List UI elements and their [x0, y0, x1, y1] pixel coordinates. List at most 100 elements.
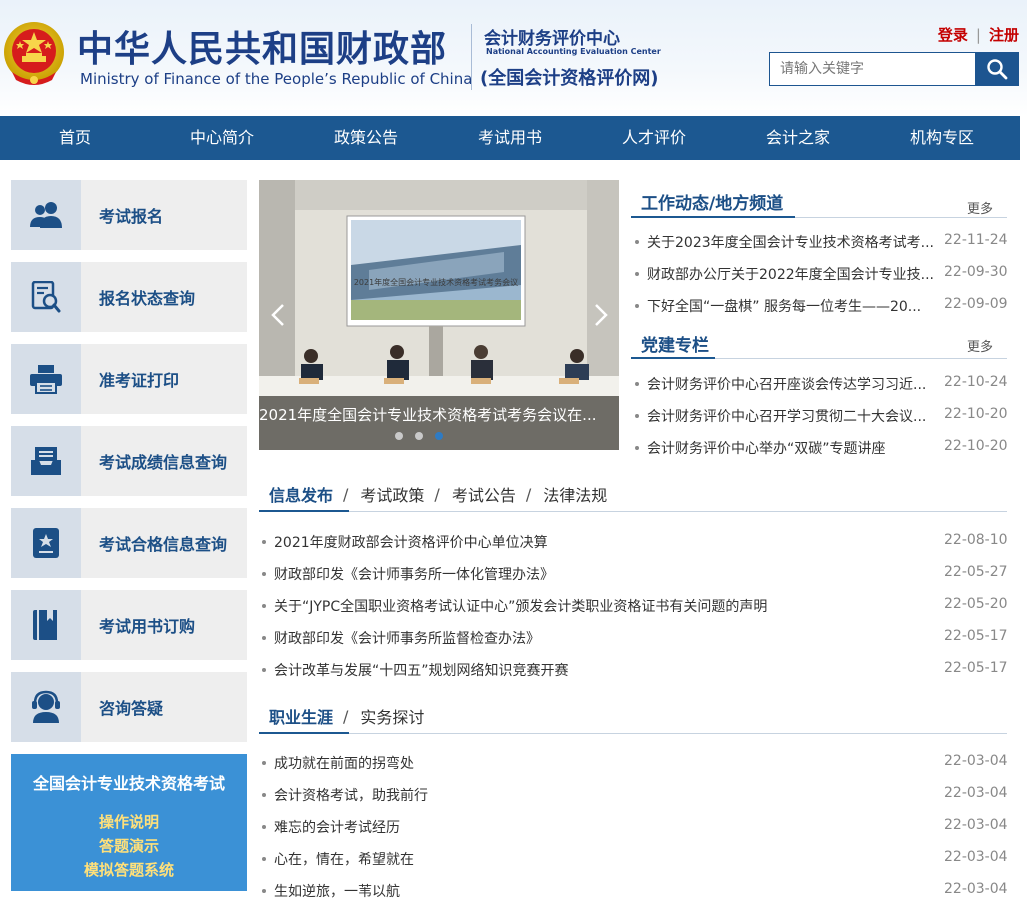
tab-laws[interactable]: 法律法规: [543, 482, 607, 506]
sidebar-item-consulting[interactable]: 咨询答疑: [11, 672, 247, 742]
sidebar-item-label: 考试报名: [99, 207, 164, 226]
headset-icon: [32, 690, 60, 723]
list-date: 22-08-10: [944, 532, 1008, 548]
sidebar-icon-box: [11, 180, 81, 250]
sidebar-icon-box: [11, 672, 81, 742]
tab-career[interactable]: 职业生涯: [269, 704, 333, 728]
center-name-cn[interactable]: 会计财务评价中心: [484, 24, 620, 49]
tab-separator: /: [343, 706, 349, 726]
carousel-prev-button[interactable]: [268, 300, 288, 330]
list-date: 22-05-17: [944, 628, 1008, 644]
sidebar-item-registration[interactable]: 考试报名: [11, 180, 247, 250]
list-item[interactable]: 会计财务评价中心召开学习贯彻二十大会议...: [635, 406, 937, 426]
list-item[interactable]: 关于2023年度全国会计专业技术资格考试考...: [635, 232, 937, 252]
work-news-title[interactable]: 工作动态/地方频道: [641, 189, 783, 214]
bullet: [635, 382, 639, 386]
sidebar-item-label: 考试成绩信息查询: [99, 453, 228, 472]
list-date: 22-05-27: [944, 564, 1008, 580]
list-item[interactable]: 财政部印发《会计师事务所监督检查办法》: [262, 628, 914, 648]
bullet: [262, 889, 266, 893]
register-link[interactable]: 注册: [989, 26, 1019, 44]
nav-item-talent[interactable]: 人才评价: [582, 116, 726, 160]
list-item[interactable]: 会计财务评价中心举办“双碳”专题讲座: [635, 438, 937, 458]
operation-guide-link[interactable]: 操作说明: [11, 810, 247, 834]
nav-item-exam-books[interactable]: 考试用书: [438, 116, 582, 160]
login-link[interactable]: 登录: [938, 26, 968, 44]
list-item[interactable]: 生如逆旅，一苇以航: [262, 881, 914, 900]
search-input[interactable]: [770, 53, 976, 85]
list-item[interactable]: 会计资格考试，助我前行: [262, 785, 914, 805]
exam-banner: 全国会计专业技术资格考试 操作说明 答题演示 模拟答题系统: [11, 754, 247, 891]
sidebar-icon-box: [11, 508, 81, 578]
national-emblem-icon[interactable]: [2, 18, 66, 90]
list-item[interactable]: 会计财务评价中心召开座谈会传达学习习近...: [635, 374, 937, 394]
site-title-cn[interactable]: 中华人民共和国财政部: [77, 20, 447, 72]
bullet: [262, 668, 266, 672]
tab-exam-notice[interactable]: 考试公告: [452, 482, 516, 506]
search-button[interactable]: [975, 53, 1018, 85]
party-title[interactable]: 党建专栏: [641, 331, 709, 356]
list-item[interactable]: 关于“JYPC全国职业资格考试认证中心”颁发会计类职业资格证书有关问题的声明: [262, 596, 914, 616]
list-date: 22-03-04: [944, 881, 1008, 897]
news-carousel[interactable]: 2021年度全国会计专业技术资格考试考务会议 2021年度全国会计专业技术资格考…: [259, 180, 619, 450]
sidebar-item-status-query[interactable]: 报名状态查询: [11, 262, 247, 332]
tab-info-release[interactable]: 信息发布: [269, 482, 333, 506]
list-date: 22-03-04: [944, 849, 1008, 865]
site-title-en[interactable]: Ministry of Finance of the People’s Repu…: [80, 70, 472, 88]
tab-exam-policy[interactable]: 考试政策: [360, 482, 424, 506]
bullet: [635, 304, 639, 308]
career-underline: [259, 732, 349, 734]
nav-item-accountant-home[interactable]: 会计之家: [726, 116, 870, 160]
nav-item-about[interactable]: 中心简介: [150, 116, 294, 160]
mock-answer-system-link[interactable]: 模拟答题系统: [11, 858, 247, 882]
info-divider: [259, 511, 1007, 512]
bullet: [635, 272, 639, 276]
list-item[interactable]: 下好全国“一盘棋” 服务每一位考生——20...: [635, 296, 937, 316]
center-net-name[interactable]: (全国会计资格评价网): [480, 64, 658, 90]
sidebar-item-label: 咨询答疑: [99, 699, 164, 718]
tab-practice[interactable]: 实务探讨: [360, 704, 424, 728]
center-name-en: National Accounting Evaluation Center: [486, 47, 661, 56]
nav-item-home[interactable]: 首页: [0, 116, 150, 160]
exam-banner-title[interactable]: 全国会计专业技术资格考试: [11, 770, 247, 794]
list-item[interactable]: 会计改革与发展“十四五”规划网络知识竞赛开赛: [262, 660, 914, 680]
party-more-link[interactable]: 更多: [967, 336, 993, 355]
work-news-more-link[interactable]: 更多: [967, 198, 993, 217]
carousel-caption: 2021年度全国会计专业技术资格考试考务会议在...: [259, 396, 619, 450]
sidebar-item-book-order[interactable]: 考试用书订购: [11, 590, 247, 660]
header-divider: [471, 24, 472, 90]
nav-item-policy[interactable]: 政策公告: [294, 116, 438, 160]
list-item[interactable]: 心在，情在，希望就在: [262, 849, 914, 869]
nav-item-institution[interactable]: 机构专区: [870, 116, 1014, 160]
sidebar-item-pass-query[interactable]: 考试合格信息查询: [11, 508, 247, 578]
list-item[interactable]: 财政部印发《会计师事务所一体化管理办法》: [262, 564, 914, 584]
sidebar-item-label: 考试合格信息查询: [99, 535, 228, 554]
sidebar-item-admission-print[interactable]: 准考证打印: [11, 344, 247, 414]
info-underline: [259, 510, 349, 512]
carousel-next-button[interactable]: [591, 300, 611, 330]
bullet: [262, 540, 266, 544]
carousel-caption-text[interactable]: 2021年度全国会计专业技术资格考试考务会议在...: [259, 404, 619, 425]
carousel-dot-active[interactable]: [435, 432, 443, 440]
answer-demo-link[interactable]: 答题演示: [11, 834, 247, 858]
tab-separator: /: [343, 484, 349, 504]
list-item[interactable]: 难忘的会计考试经历: [262, 817, 914, 837]
sidebar-item-score-query[interactable]: 考试成绩信息查询: [11, 426, 247, 496]
carousel-dot[interactable]: [395, 432, 403, 440]
bullet: [262, 761, 266, 765]
sidebar-icon-box: [11, 590, 81, 660]
work-news-underline: [631, 216, 795, 218]
list-item[interactable]: 财政部办公厅关于2022年度全国会计专业技...: [635, 264, 937, 284]
inbox-icon: [31, 447, 61, 475]
bullet: [635, 414, 639, 418]
sidebar-item-label: 准考证打印: [99, 371, 180, 390]
party-underline: [631, 357, 715, 359]
list-date: 22-11-24: [944, 232, 1008, 248]
site-header: 中华人民共和国财政部 Ministry of Finance of the Pe…: [0, 0, 1027, 116]
carousel-dot[interactable]: [415, 432, 423, 440]
list-item[interactable]: 2021年度财政部会计资格评价中心单位决算: [262, 532, 914, 552]
auth-links: 登录 | 注册: [938, 24, 1019, 45]
users-icon: [30, 202, 62, 228]
printer-icon: [30, 365, 62, 394]
list-item[interactable]: 成功就在前面的拐弯处: [262, 753, 914, 773]
